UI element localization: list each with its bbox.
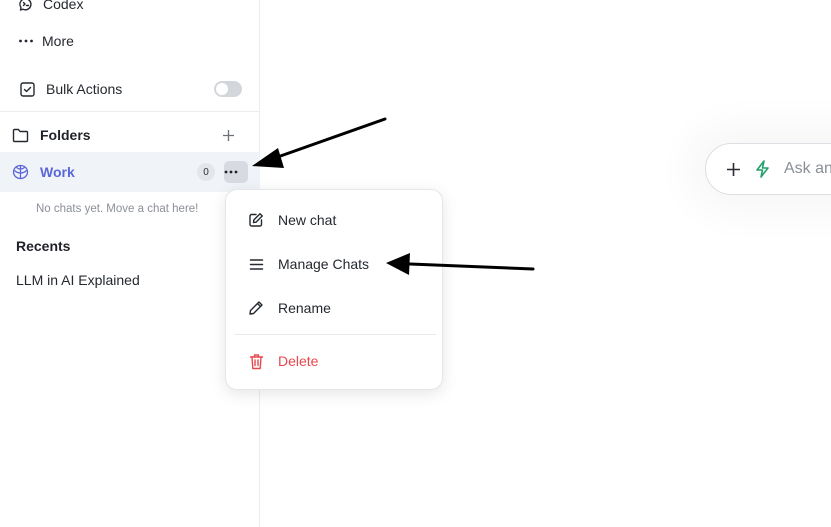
recents-heading: Recents — [16, 238, 71, 254]
composer-placeholder: Ask an — [784, 160, 831, 177]
menu-item-label: Rename — [278, 300, 331, 316]
more-dots-icon — [17, 33, 35, 49]
toggle-knob — [216, 83, 228, 95]
menu-item-delete[interactable]: Delete — [226, 343, 442, 379]
sidebar-divider — [0, 111, 259, 112]
menu-divider — [234, 334, 436, 335]
folders-heading: Folders — [40, 127, 91, 143]
bulk-actions-toggle[interactable] — [214, 81, 242, 97]
menu-item-label: Manage Chats — [278, 256, 370, 272]
folder-count-badge: 0 — [197, 163, 215, 181]
sidebar-item-label: Codex — [43, 0, 84, 12]
bulk-actions-label: Bulk Actions — [46, 81, 123, 97]
edit-icon — [247, 212, 265, 228]
menu-item-new-chat[interactable]: New chat — [226, 202, 442, 238]
composer-input[interactable]: Ask an — [705, 143, 831, 195]
sidebar-item-label: More — [42, 33, 74, 49]
add-folder-icon[interactable] — [219, 126, 237, 144]
brain-icon — [11, 164, 29, 180]
plus-icon[interactable] — [726, 162, 741, 177]
menu-item-manage-chats[interactable]: Manage Chats — [226, 246, 442, 282]
checkbox-icon — [18, 81, 36, 97]
sidebar-item-codex[interactable]: Codex — [0, 0, 260, 18]
menu-item-rename[interactable]: Rename — [226, 290, 442, 326]
sidebar-item-more[interactable]: More — [0, 28, 260, 54]
folders-header: Folders — [0, 122, 260, 148]
folder-context-menu: New chat Manage Chats Rename Delete — [225, 189, 443, 390]
codex-icon — [17, 0, 35, 12]
sidebar: Codex More Bulk Actions Folders Work 0 N… — [0, 0, 260, 527]
folder-options-button[interactable] — [224, 161, 248, 183]
folder-empty-note: No chats yet. Move a chat here! — [36, 203, 199, 215]
folder-icon — [11, 128, 29, 143]
bulk-actions-row: Bulk Actions — [0, 76, 260, 102]
recent-chat-item[interactable]: LLM in AI Explained — [16, 272, 140, 288]
folder-item-label: Work — [40, 164, 75, 180]
bolt-icon[interactable] — [755, 160, 770, 178]
menu-lines-icon — [247, 258, 265, 271]
more-horizontal-icon — [224, 170, 238, 174]
pencil-icon — [247, 300, 265, 316]
menu-item-label: New chat — [278, 212, 337, 228]
trash-icon — [247, 353, 265, 370]
menu-item-label: Delete — [278, 353, 319, 369]
folder-item-work[interactable]: Work 0 — [0, 152, 260, 192]
